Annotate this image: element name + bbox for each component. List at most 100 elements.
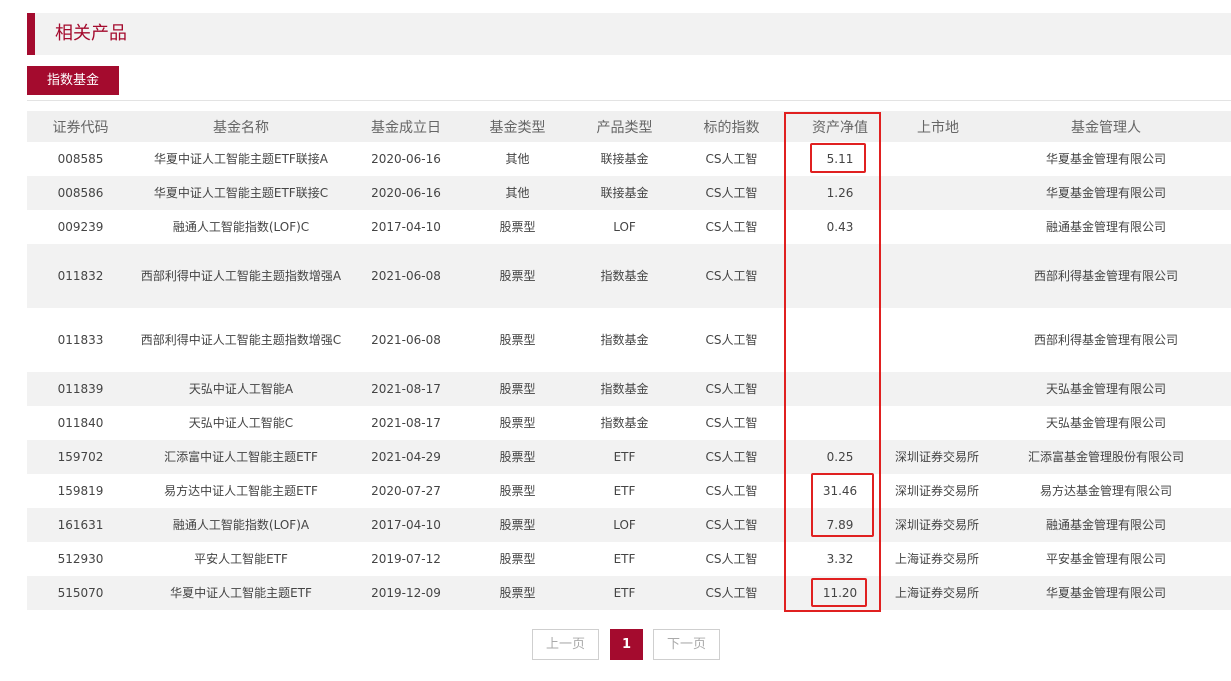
underlying-index: CS人工智: [705, 269, 758, 283]
listing-exchange: [895, 372, 981, 406]
established-date: 2020-07-27: [371, 484, 441, 498]
underlying-index: CS人工智: [705, 416, 758, 430]
net-assets: 7.89: [826, 518, 854, 532]
table-row: 159819 易方达中证人工智能主题ETF 2020-07-27 股票型 ETF…: [27, 474, 1231, 508]
fund-code: 011833: [57, 333, 104, 347]
fund-type: 股票型: [499, 416, 536, 430]
product-type: LOF: [613, 518, 636, 532]
fund-type: 其他: [505, 186, 530, 200]
col-header-nav[interactable]: 资产净值: [785, 111, 895, 142]
established-date: 2020-06-16: [371, 186, 441, 200]
fund-name[interactable]: 融通人工智能指数(LOF)A: [134, 508, 348, 542]
fund-name[interactable]: 融通人工智能指数(LOF)C: [134, 210, 348, 244]
fund-name[interactable]: 西部利得中证人工智能主题指数增强A: [134, 244, 348, 308]
fund-name[interactable]: 华夏中证人工智能主题ETF联接C: [134, 176, 348, 210]
fund-code: 515070: [57, 586, 104, 600]
fund-type: 股票型: [499, 220, 536, 234]
listing-exchange: 上海证券交易所: [895, 586, 980, 600]
product-type: 指数基金: [600, 333, 649, 347]
section-title: 相关产品: [55, 23, 127, 44]
fund-name[interactable]: 汇添富中证人工智能主题ETF: [134, 440, 348, 474]
col-header-index[interactable]: 标的指数: [678, 111, 785, 142]
tab-index-fund[interactable]: 指数基金: [27, 66, 119, 95]
col-header-manager[interactable]: 基金管理人: [981, 111, 1231, 142]
table-row: 011840 天弘中证人工智能C 2021-08-17 股票型 指数基金 CS人…: [27, 406, 1231, 440]
underlying-index: CS人工智: [705, 382, 758, 396]
col-header-code[interactable]: 证券代码: [27, 111, 134, 142]
fund-name[interactable]: 易方达中证人工智能主题ETF: [134, 474, 348, 508]
listing-exchange: [895, 244, 981, 308]
underlying-index: CS人工智: [705, 552, 758, 566]
fund-name[interactable]: 平安人工智能ETF: [134, 542, 348, 576]
net-assets: [785, 372, 895, 406]
fund-type: 股票型: [499, 333, 536, 347]
fund-name[interactable]: 华夏中证人工智能主题ETF: [134, 576, 348, 610]
fund-type: 股票型: [499, 269, 536, 283]
fund-manager: 西部利得基金管理有限公司: [1033, 333, 1178, 347]
fund-code: 011840: [57, 416, 104, 430]
fund-manager: 天弘基金管理有限公司: [1045, 416, 1166, 430]
fund-name[interactable]: 华夏中证人工智能主题ETF联接A: [134, 142, 348, 176]
fund-name[interactable]: 天弘中证人工智能C: [134, 406, 348, 440]
fund-manager: 西部利得基金管理有限公司: [1033, 269, 1178, 283]
fund-code: 011839: [57, 382, 104, 396]
col-header-fund-type[interactable]: 基金类型: [464, 111, 571, 142]
listing-exchange: [895, 406, 981, 440]
net-assets: 1.26: [826, 186, 854, 200]
col-header-product-type[interactable]: 产品类型: [571, 111, 678, 142]
underlying-index: CS人工智: [705, 333, 758, 347]
product-type: 联接基金: [600, 152, 649, 166]
net-assets: [785, 244, 895, 308]
established-date: 2017-04-10: [371, 220, 441, 234]
fund-manager: 华夏基金管理有限公司: [1045, 586, 1166, 600]
fund-code: 512930: [57, 552, 104, 566]
product-type: LOF: [613, 220, 636, 234]
established-date: 2021-08-17: [371, 416, 441, 430]
underlying-index: CS人工智: [705, 518, 758, 532]
product-type: 联接基金: [600, 186, 649, 200]
col-header-established[interactable]: 基金成立日: [348, 111, 464, 142]
table-row: 161631 融通人工智能指数(LOF)A 2017-04-10 股票型 LOF…: [27, 508, 1231, 542]
fund-code: 008585: [57, 152, 104, 166]
established-date: 2021-04-29: [371, 450, 441, 464]
next-page-button[interactable]: 下一页: [653, 629, 720, 660]
fund-type: 股票型: [499, 552, 536, 566]
table-row: 011832 西部利得中证人工智能主题指数增强A 2021-06-08 股票型 …: [27, 244, 1231, 308]
fund-code: 009239: [57, 220, 104, 234]
established-date: 2021-08-17: [371, 382, 441, 396]
established-date: 2021-06-08: [371, 333, 441, 347]
underlying-index: CS人工智: [705, 484, 758, 498]
fund-manager: 天弘基金管理有限公司: [1045, 382, 1166, 396]
col-header-name[interactable]: 基金名称: [134, 111, 348, 142]
related-products-table: 证券代码 基金名称 基金成立日 基金类型 产品类型 标的指数 资产净值 上市地 …: [27, 111, 1231, 610]
section-accent-bar: [27, 13, 35, 55]
fund-name[interactable]: 西部利得中证人工智能主题指数增强C: [134, 308, 348, 372]
current-page-button[interactable]: 1: [610, 629, 643, 660]
underlying-index: CS人工智: [705, 220, 758, 234]
fund-manager: 平安基金管理有限公司: [1045, 552, 1166, 566]
net-assets: [785, 308, 895, 372]
listing-exchange: [895, 308, 981, 372]
table-row: 011839 天弘中证人工智能A 2021-08-17 股票型 指数基金 CS人…: [27, 372, 1231, 406]
fund-manager: 融通基金管理有限公司: [1045, 518, 1166, 532]
fund-code: 159819: [57, 484, 104, 498]
product-type: 指数基金: [600, 382, 649, 396]
established-date: 2017-04-10: [371, 518, 441, 532]
fund-code: 011832: [57, 269, 104, 283]
underlying-index: CS人工智: [705, 450, 758, 464]
fund-name[interactable]: 天弘中证人工智能A: [134, 372, 348, 406]
fund-manager: 华夏基金管理有限公司: [1045, 186, 1166, 200]
fund-manager: 华夏基金管理有限公司: [1045, 152, 1166, 166]
established-date: 2019-07-12: [371, 552, 441, 566]
established-date: 2020-06-16: [371, 152, 441, 166]
fund-type: 股票型: [499, 484, 536, 498]
prev-page-button[interactable]: 上一页: [532, 629, 599, 660]
fund-type: 股票型: [499, 450, 536, 464]
product-type: 指数基金: [600, 269, 649, 283]
underlying-index: CS人工智: [705, 586, 758, 600]
net-assets: [785, 406, 895, 440]
listing-exchange: 深圳证券交易所: [895, 450, 980, 464]
fund-code: 161631: [57, 518, 104, 532]
col-header-exchange[interactable]: 上市地: [895, 111, 981, 142]
listing-exchange: [895, 142, 981, 176]
